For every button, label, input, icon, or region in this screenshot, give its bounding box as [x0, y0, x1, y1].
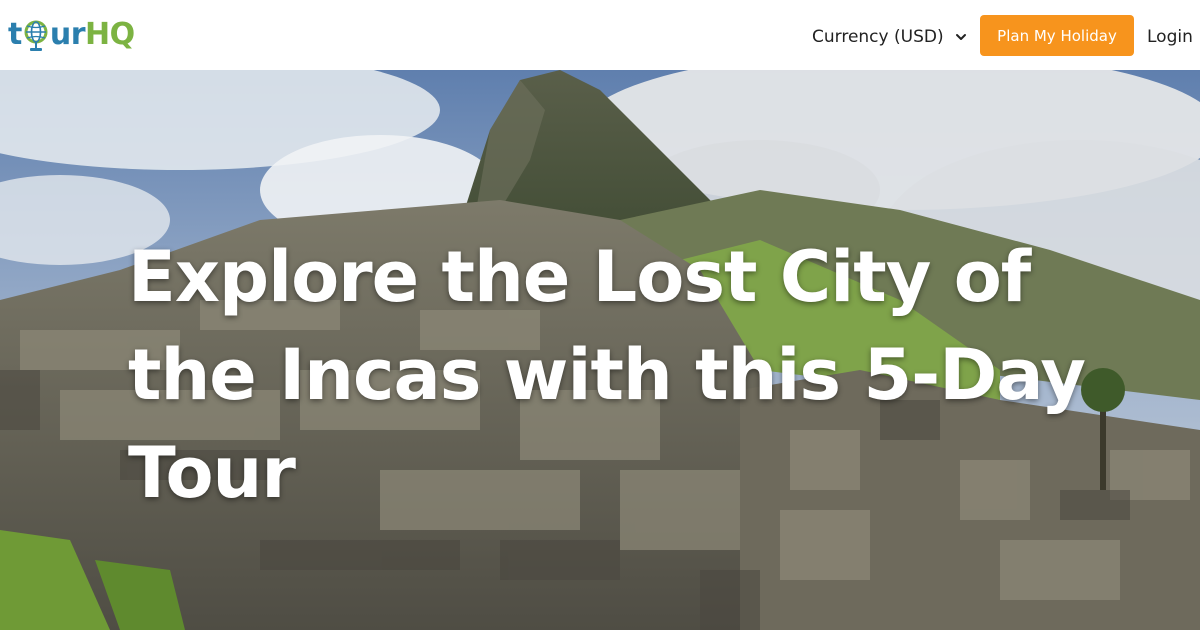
- currency-label: Currency (USD): [812, 27, 944, 47]
- logo-letters-ur: ur: [49, 16, 86, 52]
- tourhq-logo[interactable]: t ur HQ: [8, 12, 135, 56]
- login-link[interactable]: Login: [1147, 24, 1193, 50]
- site-header: t ur HQ Currency (USD) Plan My Holiday L…: [0, 0, 1200, 70]
- globe-icon: [23, 15, 49, 53]
- logo-letter-t: t: [8, 16, 22, 52]
- currency-selector[interactable]: Currency (USD): [812, 24, 968, 50]
- chevron-down-icon: [955, 34, 966, 40]
- hero-banner: Explore the Lost City of the Incas with …: [0, 70, 1200, 630]
- logo-letters-hq: HQ: [85, 16, 135, 52]
- plan-my-holiday-button[interactable]: Plan My Holiday: [980, 15, 1134, 56]
- hero-title: Explore the Lost City of the Incas with …: [128, 236, 1086, 514]
